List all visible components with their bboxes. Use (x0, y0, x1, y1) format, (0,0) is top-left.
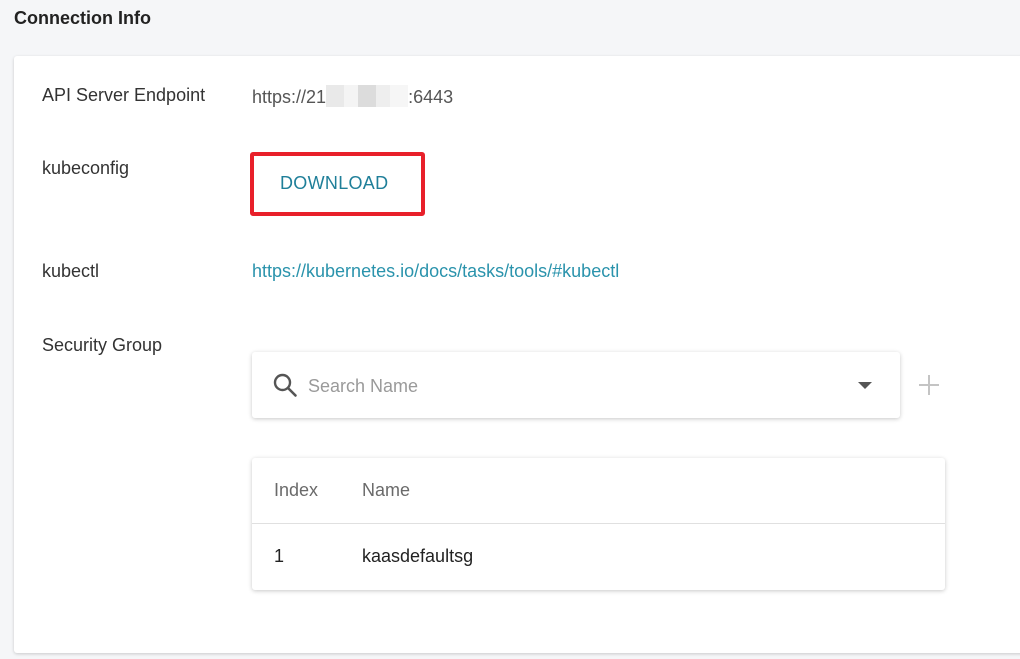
endpoint-label: API Server Endpoint (42, 85, 206, 105)
security-group-label: Security Group (42, 335, 163, 355)
chevron-down-icon[interactable] (858, 382, 872, 389)
column-header-name: Name (362, 480, 411, 500)
security-group-table: Index Name 1 kaasdefaultsg (252, 458, 945, 590)
table-divider (252, 523, 945, 524)
table-row-index: 1 (274, 546, 285, 566)
search-input[interactable] (306, 366, 830, 406)
add-security-group-button[interactable] (914, 370, 944, 400)
section-title: Connection Info (14, 8, 151, 28)
endpoint-prefix: https://21 (252, 87, 327, 107)
table-row-name: kaasdefaultsg (362, 546, 474, 566)
search-icon (273, 373, 297, 397)
security-group-select[interactable] (252, 352, 900, 418)
endpoint-value: https://21 :6443 (252, 85, 453, 108)
kubectl-link[interactable]: https://kubernetes.io/docs/tasks/tools/#… (252, 261, 619, 282)
download-button[interactable]: DOWNLOAD (262, 164, 412, 202)
redacted-mask (326, 85, 409, 107)
column-header-index: Index (274, 480, 319, 500)
kubectl-label: kubectl (42, 261, 100, 281)
endpoint-suffix: :6443 (408, 87, 454, 107)
kubeconfig-label: kubeconfig (42, 158, 130, 178)
